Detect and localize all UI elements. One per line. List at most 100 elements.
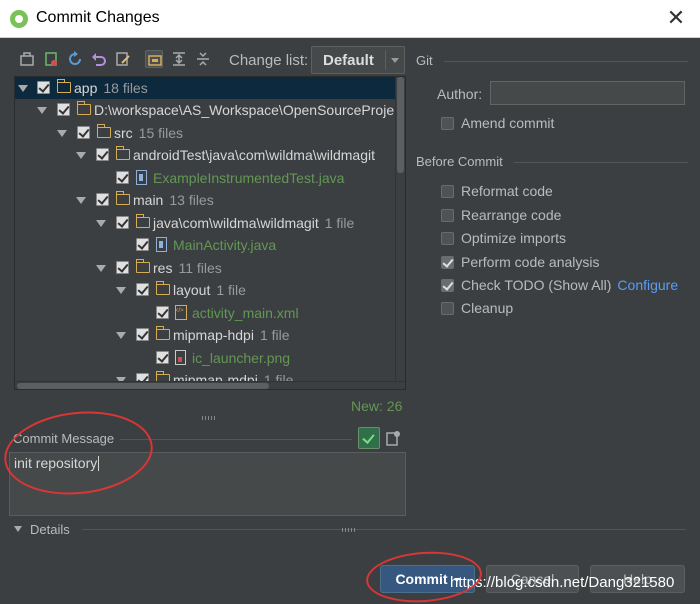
- include-checkbox[interactable]: [116, 171, 129, 184]
- scrollbar-thumb[interactable]: [397, 77, 404, 173]
- cleanup-label: Cleanup: [461, 300, 514, 316]
- checkbox-box[interactable]: [441, 279, 454, 292]
- checkbox-box[interactable]: [441, 256, 454, 269]
- tree-row[interactable]: mipmap-hdpi 1 file: [15, 324, 395, 346]
- refresh-icon[interactable]: [66, 50, 84, 68]
- expand-arrow-icon[interactable]: [76, 197, 86, 204]
- folder-icon: [116, 191, 130, 205]
- optimize-imports-label: Optimize imports: [461, 230, 567, 246]
- amend-commit-label: Amend commit: [461, 115, 555, 131]
- git-section-title: Git: [416, 53, 433, 68]
- new-files-count: New: 26: [351, 398, 403, 414]
- divider: [82, 529, 686, 530]
- tree-row-label: D:\workspace\AS_Workspace\OpenSourceProj…: [94, 102, 395, 118]
- message-history-icon[interactable]: [385, 429, 401, 447]
- group-by-directory-icon[interactable]: [145, 50, 163, 68]
- tree-row[interactable]: ExampleInstrumentedTest.java: [15, 167, 395, 189]
- include-checkbox[interactable]: [156, 351, 169, 364]
- commit-message-input[interactable]: init repository: [9, 452, 406, 516]
- commit-message-text: init repository: [14, 455, 98, 471]
- module-folder-icon: [57, 79, 71, 93]
- tree-row[interactable]: MainActivity.java: [15, 234, 395, 256]
- include-checkbox[interactable]: [116, 261, 129, 274]
- folder-icon: [156, 326, 170, 340]
- diff-icon[interactable]: [18, 50, 36, 68]
- changelist-dropdown[interactable]: Default: [311, 46, 405, 74]
- tree-row-label: androidTest\java\com\wildma\wildmagit: [133, 147, 375, 163]
- close-icon[interactable]: ✕: [664, 6, 688, 30]
- details-toggle[interactable]: Details: [14, 522, 70, 537]
- collapse-all-icon[interactable]: [194, 50, 212, 68]
- checkbox-box[interactable]: [441, 117, 454, 130]
- divider: [514, 162, 688, 163]
- image-file-icon: [175, 350, 186, 365]
- include-checkbox[interactable]: [116, 216, 129, 229]
- configure-link[interactable]: Configure: [617, 277, 678, 293]
- changes-tree[interactable]: app 18 files D:\workspace\AS_Workspace\Op…: [14, 76, 406, 390]
- splitter-grip[interactable]: [342, 528, 356, 532]
- folder-icon: [97, 124, 111, 138]
- dropdown-divider: [385, 50, 386, 70]
- expand-arrow-icon[interactable]: [57, 130, 67, 137]
- tree-row-label: main 13 files: [133, 192, 214, 208]
- include-checkbox[interactable]: [136, 238, 149, 251]
- commit-button-label: Commit: [395, 571, 448, 587]
- tree-row-label: java\com\wildma\wildmagit 1 file: [153, 215, 355, 231]
- tree-row[interactable]: activity_main.xml: [15, 302, 395, 324]
- expand-arrow-icon[interactable]: [96, 220, 106, 227]
- xml-file-icon: [175, 305, 187, 320]
- tree-row[interactable]: src 15 files: [15, 122, 395, 144]
- checkbox-box[interactable]: [441, 232, 454, 245]
- tree-row[interactable]: ic_launcher.png: [15, 347, 395, 369]
- tree-row-label: src 15 files: [114, 125, 184, 141]
- splitter-grip[interactable]: [202, 416, 216, 420]
- checkbox-box[interactable]: [441, 209, 454, 222]
- window-title: Commit Changes: [36, 9, 160, 26]
- commit-message-label: Commit Message: [13, 431, 115, 446]
- folder-icon: [116, 146, 130, 160]
- tree-row[interactable]: app 18 files: [15, 77, 395, 99]
- tree-row[interactable]: layout 1 file: [15, 279, 395, 301]
- include-checkbox[interactable]: [77, 126, 90, 139]
- expand-all-icon[interactable]: [170, 50, 188, 68]
- tree-row-label: mipmap-hdpi 1 file: [173, 327, 290, 343]
- checkbox-box[interactable]: [441, 185, 454, 198]
- scrollbar-thumb[interactable]: [17, 383, 269, 389]
- folder-icon: [136, 259, 150, 273]
- tree-row[interactable]: java\com\wildma\wildmagit 1 file: [15, 212, 395, 234]
- spellcheck-icon[interactable]: [358, 427, 380, 449]
- expand-arrow-icon[interactable]: [116, 287, 126, 294]
- undo-icon[interactable]: [90, 50, 108, 68]
- checkbox-box[interactable]: [441, 302, 454, 315]
- include-checkbox[interactable]: [57, 103, 70, 116]
- tree-row[interactable]: D:\workspace\AS_Workspace\OpenSourceProj…: [15, 99, 395, 121]
- tree-row[interactable]: main 13 files: [15, 189, 395, 211]
- details-label: Details: [30, 522, 70, 537]
- changelist-value: Default: [323, 52, 374, 69]
- tree-vertical-scrollbar[interactable]: [395, 77, 405, 383]
- include-checkbox[interactable]: [96, 193, 109, 206]
- expand-arrow-icon[interactable]: [18, 85, 28, 92]
- tree-row-label: MainActivity.java: [173, 237, 277, 253]
- expand-arrow-icon[interactable]: [37, 107, 47, 114]
- watermark-text: https://blog.csdn.net/Dang321580: [450, 574, 675, 591]
- include-checkbox[interactable]: [37, 81, 50, 94]
- revert-icon[interactable]: [42, 50, 60, 68]
- changes-toolbar: Change list: Default: [14, 46, 406, 74]
- edit-source-icon[interactable]: [114, 50, 132, 68]
- include-checkbox[interactable]: [156, 306, 169, 319]
- expand-arrow-icon[interactable]: [116, 332, 126, 339]
- tree-row-label: layout 1 file: [173, 282, 246, 298]
- tree-horizontal-scrollbar[interactable]: [15, 381, 405, 389]
- include-checkbox[interactable]: [136, 328, 149, 341]
- tree-row[interactable]: res 11 files: [15, 257, 395, 279]
- expand-arrow-icon[interactable]: [76, 152, 86, 159]
- include-checkbox[interactable]: [136, 283, 149, 296]
- author-label: Author:: [437, 86, 483, 102]
- tree-row[interactable]: androidTest\java\com\wildma\wildmagit: [15, 144, 395, 166]
- include-checkbox[interactable]: [96, 148, 109, 161]
- divider: [444, 61, 688, 62]
- expand-arrow-icon[interactable]: [96, 265, 106, 272]
- folder-icon: [136, 214, 150, 228]
- author-input[interactable]: [490, 81, 685, 105]
